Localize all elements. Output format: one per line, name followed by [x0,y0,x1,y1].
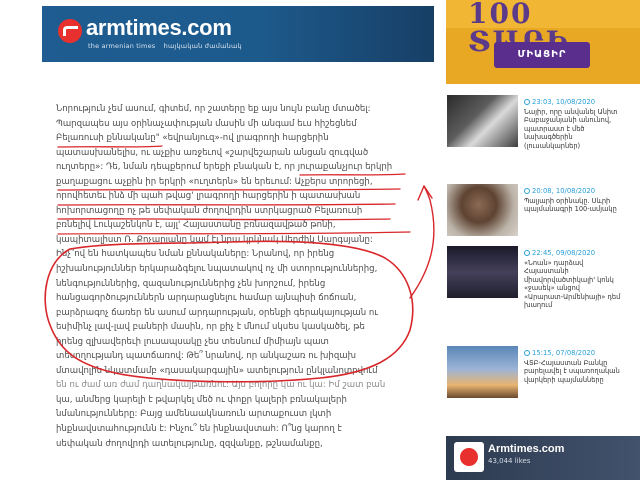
article-line: հանցագործություններն արդարացնելու համար … [56,293,357,304]
article-line: սեփական ժողովրդի ատելությունը, զզվանքը, … [56,438,323,449]
article-line: բռնելիվ Լուկաշենկոն է, այլ' Հայաստանը բռ… [56,220,336,231]
news-headline[interactable]: «Նոան» դարձավ Հայաստանի միավորվածտիկալի'… [524,259,636,309]
article-line: նենգություններից, զազանություններից չեն … [56,278,326,289]
article-line: Պարզապես այս օրինաչափության մասին մի անգ… [56,118,357,129]
article-line: որովհետեւ ինձ մի պահ թվաց' լրագրողի հարց… [56,191,361,202]
article-line: կա, անմերց կարելի է թվարկել մեծ ու փոքր … [56,394,347,405]
article-line: մտավոլին նկատմամբ «դասակարգային» ատելութ… [56,365,378,376]
logo-subtitle-en: the armenian times [88,42,156,50]
news-timestamp: 22:45, 09/08/2020 [524,249,595,257]
news-headline[interactable]: Նայիր, որը անվանել Անիտ Բաբաջանյանի անու… [524,108,636,150]
news-timestamp: 23:03, 10/08/2020 [524,98,595,106]
article-line: հոխորտացողը ոչ թե սեփական ժողովրդին ստրկ… [56,205,363,216]
facebook-page-widget[interactable]: Armtimes.com 43,044 likes [446,436,640,480]
sidebar-news-item[interactable]: 23:03, 10/08/2020 Նայիր, որը անվանել Անի… [447,95,637,150]
news-headline[interactable]: Պալյարի օրինակը. Սևրի պայմանագրի 100-ամյ… [524,197,636,214]
facebook-likes-count: 43,044 likes [488,457,531,465]
article-line: իշխանություններ երկարաձգելու նպատակով ոչ… [56,264,378,275]
annotation-arrow-head [417,185,433,201]
sidebar-advertisement[interactable]: 100 ՏԱՐԻ ՄԻԱՑԻՐ [446,0,640,84]
clock-icon [524,250,530,256]
article-line: եսիմինչ լավ-լավ բաների մասին, որ քիչ է մ… [56,322,365,333]
article-line: նմանությունները: Բայց ամենաակնառուն արտա… [56,409,332,420]
ad-headline: 100 ՏԱՐԻ [446,0,640,56]
news-timestamp: 20:08, 10/08/2020 [524,187,595,195]
article-line: ուղտերը»: Դե, նման դեպքերում երեքի բնակա… [56,162,393,173]
logo-subtitle-hy: հայկական ժամանակ [163,42,242,50]
clock-icon [524,350,530,356]
article-line: Ինչ՞ով են հատկապես նման քննակաները: Նրան… [56,249,335,260]
news-timestamp: 15:15, 07/08/2020 [524,349,595,357]
sidebar-news-item[interactable]: 20:08, 10/08/2020 Պալյարի օրինակը. Սևրի … [447,184,637,236]
facebook-page-name[interactable]: Armtimes.com [488,443,564,455]
site-logo-subtitle: the armenian times հայկական ժամանակ [88,42,248,50]
article-line: են ու ժամ առ ժամ դաղնակայթառնու: Այս բոլ… [56,380,386,391]
news-thumbnail[interactable] [447,346,518,398]
news-thumbnail[interactable] [447,184,518,236]
news-headline[interactable]: ՎՏԲ-Հայաստան Բանկը բարելավել է սպառողակա… [524,359,636,384]
sidebar-news-item[interactable]: 22:45, 09/08/2020 «Նոան» դարձավ Հայաստան… [447,246,637,309]
news-thumbnail[interactable] [447,246,518,298]
article-line: իրենց զլխավերեւի լուսապսակը չես տեսնում … [56,336,329,347]
clock-icon [524,99,530,105]
ad-join-button[interactable]: ՄԻԱՑԻՐ [494,42,590,68]
site-header-banner[interactable]: armtimes.com the armenian times հայկական… [42,6,434,62]
site-logo-text[interactable]: armtimes.com [86,15,232,41]
article-line: քաղաքացու աչքին իր երկրի «ուղտերն» են եր… [56,176,373,187]
article-line: կապիտալիստ Ռ. Քոչարյանը կամ էլ նրա կրկնա… [56,234,373,245]
article-line: տեսողությանդ պատճառով: Թե՞ նրանով, որ ան… [56,351,356,362]
armtimes-logo-icon [58,19,82,43]
article-line: Նորություն չեմ ասում, գիտեմ, որ շատերը ե… [56,104,371,114]
news-thumbnail[interactable] [447,95,518,147]
article-line: ինքնավստահությունն է: Ինչու՞ են ինքնավստ… [56,424,342,435]
article-body: Նորություն չեմ ասում, գիտեմ, որ շատերը ե… [56,102,414,451]
article-line: պատասխանելիս, ու աչքիս առջեւով «շարվեշար… [56,147,369,158]
article-line: Բելառուսի քննականը" «եվրանյուզ»-ով լրագր… [56,133,329,144]
sidebar-news-item[interactable]: 15:15, 07/08/2020 ՎՏԲ-Հայաստան Բանկը բար… [447,346,637,398]
clock-icon [524,188,530,194]
armtimes-page-avatar[interactable] [454,442,484,472]
article-line: բարձրագոչ ճառեր են ասում արդարության, օր… [56,307,378,318]
